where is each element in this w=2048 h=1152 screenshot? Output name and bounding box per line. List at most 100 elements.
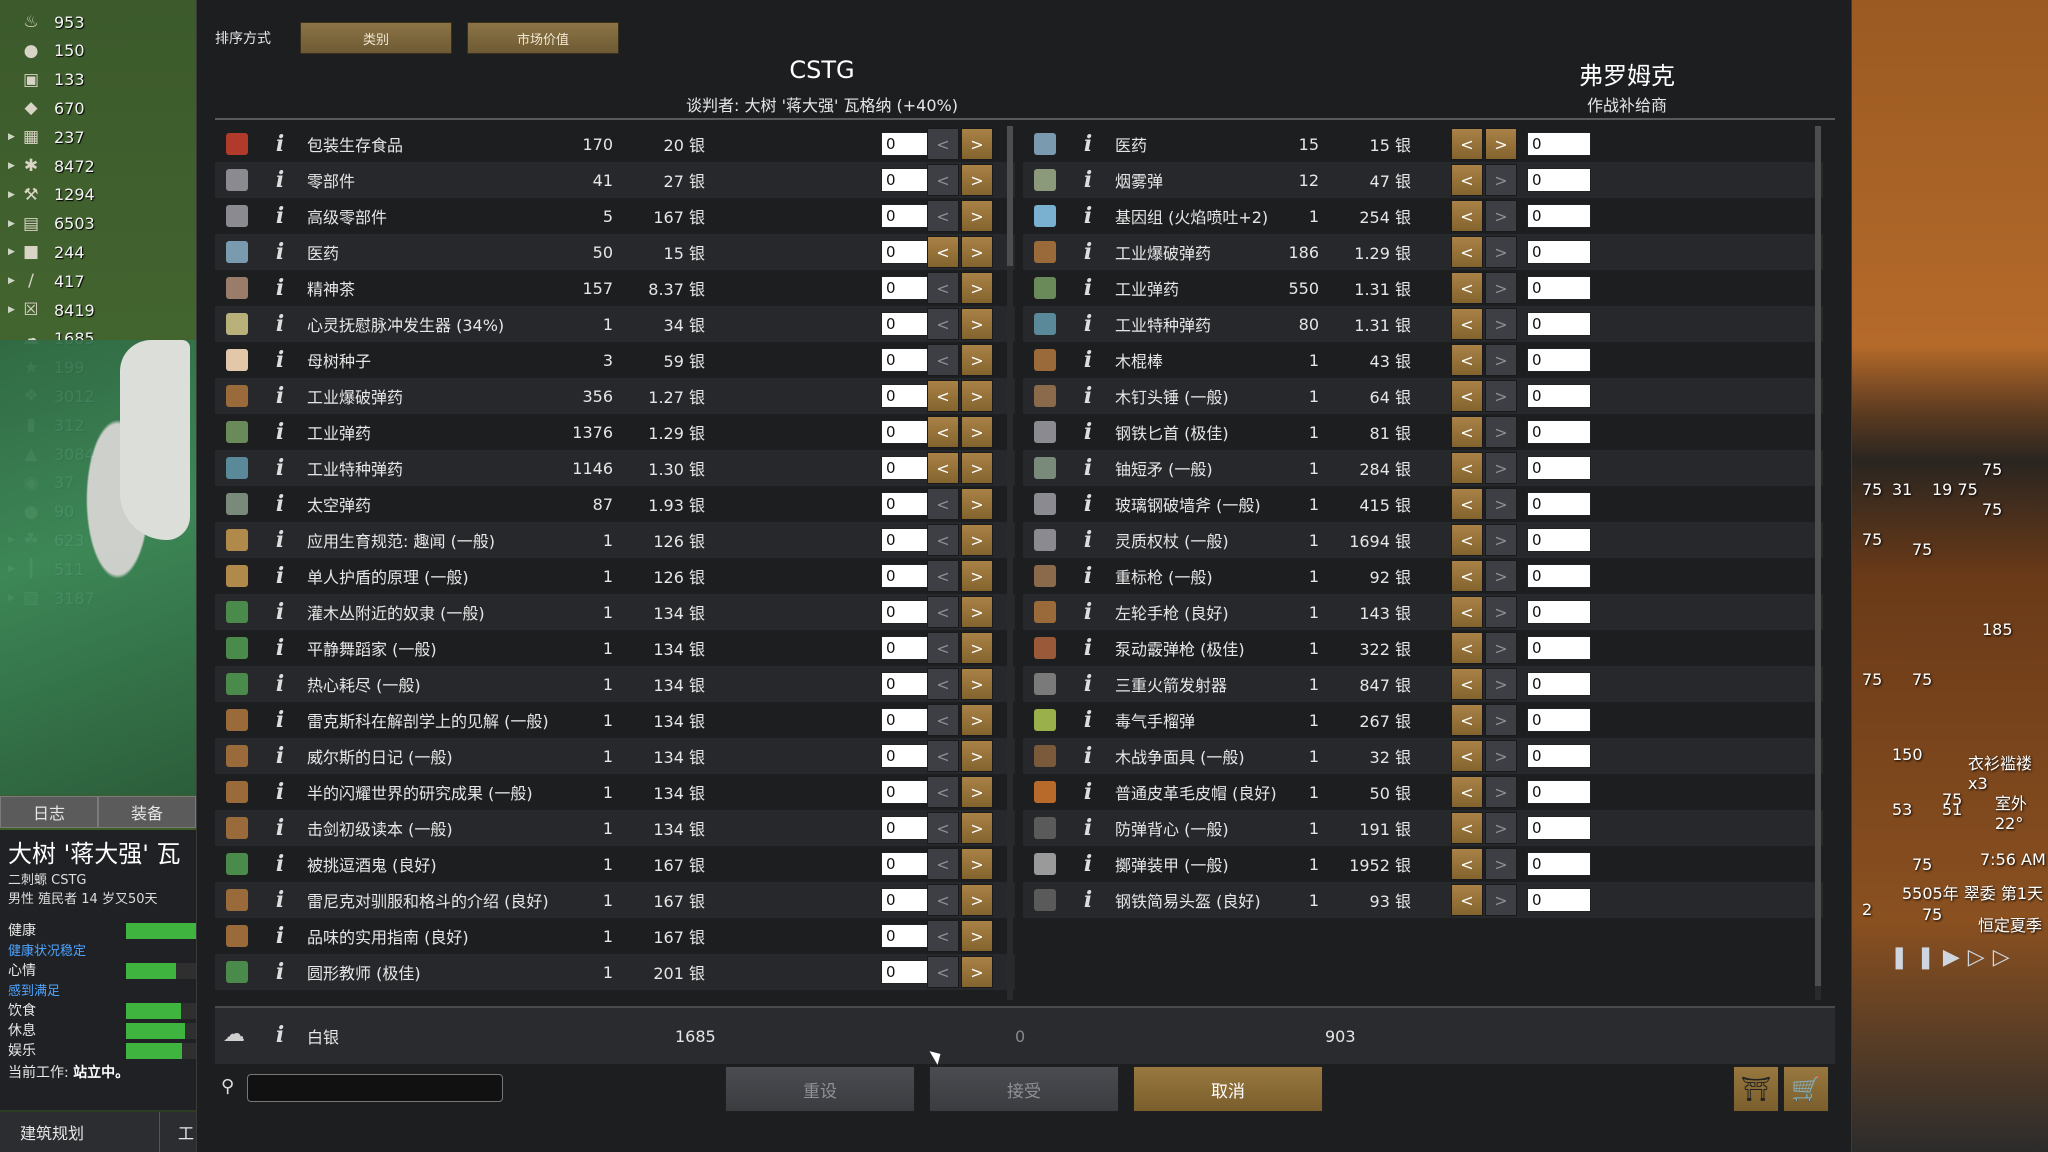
info-icon[interactable]: i — [269, 779, 291, 805]
decrease-arrow-button[interactable]: < — [927, 200, 959, 232]
info-icon[interactable]: i — [269, 707, 291, 733]
trade-amount-input[interactable]: 0 — [1527, 672, 1591, 696]
colony-item-list[interactable]: i 包装生存食品 170 20 银 0 < > i 零部件 41 27 银 0 < > i 高级零部件 5 167… — [215, 126, 1015, 1000]
resource-row[interactable]: ▶ ✱ 8472 — [8, 152, 158, 180]
expand-arrow-icon[interactable]: ▶ — [8, 276, 18, 286]
decrease-arrow-button[interactable]: < — [1451, 668, 1483, 700]
trade-amount-input[interactable]: 0 — [1527, 384, 1591, 408]
trader-scroll-thumb[interactable] — [1815, 126, 1821, 986]
decrease-arrow-button[interactable]: < — [927, 344, 959, 376]
trader-item-row[interactable]: i 左轮手枪 (良好) 1 143 银 0 < > — [1023, 594, 1823, 630]
decrease-arrow-button[interactable]: < — [1451, 704, 1483, 736]
increase-arrow-button[interactable]: > — [1485, 740, 1517, 772]
info-icon[interactable]: i — [1077, 131, 1099, 157]
increase-arrow-button[interactable]: > — [1485, 560, 1517, 592]
decrease-arrow-button[interactable]: < — [927, 164, 959, 196]
trader-item-row[interactable]: i 防弹背心 (一般) 1 191 银 0 < > — [1023, 810, 1823, 846]
decrease-arrow-button[interactable]: < — [1451, 164, 1483, 196]
expand-arrow-icon[interactable]: ▶ — [8, 132, 18, 142]
search-input[interactable] — [247, 1074, 503, 1102]
info-icon[interactable]: i — [1077, 239, 1099, 265]
info-icon[interactable]: i — [1077, 275, 1099, 301]
info-icon[interactable]: i — [269, 203, 291, 229]
decrease-arrow-button[interactable]: < — [927, 380, 959, 412]
sort-category-button[interactable]: 类别 — [300, 22, 452, 54]
expand-arrow-icon[interactable]: ▶ — [8, 219, 18, 229]
info-icon[interactable]: i — [269, 743, 291, 769]
info-icon[interactable]: i — [1077, 599, 1099, 625]
decrease-arrow-button[interactable]: < — [927, 128, 959, 160]
decrease-arrow-button[interactable]: < — [927, 920, 959, 952]
trade-amount-input[interactable]: 0 — [1527, 600, 1591, 624]
expand-arrow-icon[interactable]: ▶ — [8, 161, 18, 171]
increase-arrow-button[interactable]: > — [1485, 488, 1517, 520]
decrease-arrow-button[interactable]: < — [927, 848, 959, 880]
info-icon[interactable]: i — [269, 887, 291, 913]
sort-market-value-button[interactable]: 市场价值 — [467, 22, 619, 54]
decrease-arrow-button[interactable]: < — [927, 704, 959, 736]
colony-item-row[interactable]: i 半的闪耀世界的研究成果 (一般) 1 134 银 0 < > — [215, 774, 1015, 810]
info-icon[interactable]: i — [269, 239, 291, 265]
info-icon[interactable]: i — [1077, 455, 1099, 481]
resource-row[interactable]: ▶ ∕ 417 — [8, 267, 158, 295]
trade-amount-input[interactable]: 0 — [1527, 492, 1591, 516]
decrease-arrow-button[interactable]: < — [1451, 272, 1483, 304]
resource-row[interactable]: ▣ 133 — [8, 66, 158, 94]
colony-item-row[interactable]: i 母树种子 3 59 银 0 < > — [215, 342, 1015, 378]
reset-button[interactable]: 重设 — [725, 1066, 915, 1112]
info-icon[interactable]: i — [1077, 347, 1099, 373]
decrease-arrow-button[interactable]: < — [1451, 344, 1483, 376]
increase-arrow-button[interactable]: > — [961, 452, 993, 484]
increase-arrow-button[interactable]: > — [961, 848, 993, 880]
trader-item-row[interactable]: i 木棍棒 1 43 银 0 < > — [1023, 342, 1823, 378]
info-icon[interactable]: i — [1077, 203, 1099, 229]
decrease-arrow-button[interactable]: < — [927, 272, 959, 304]
colony-item-row[interactable]: i 灌木丛附近的奴隶 (一般) 1 134 银 0 < > — [215, 594, 1015, 630]
pause-icon[interactable]: ❚❚ — [1890, 945, 1943, 970]
increase-arrow-button[interactable]: > — [961, 488, 993, 520]
info-icon[interactable]: i — [269, 851, 291, 877]
info-icon[interactable]: i — [1077, 383, 1099, 409]
colony-item-row[interactable]: i 零部件 41 27 银 0 < > — [215, 162, 1015, 198]
tab-gear[interactable]: 装备 — [98, 796, 196, 828]
accept-button[interactable]: 接受 — [929, 1066, 1119, 1112]
decrease-arrow-button[interactable]: < — [1451, 452, 1483, 484]
info-icon[interactable]: i — [269, 167, 291, 193]
increase-arrow-button[interactable]: > — [961, 596, 993, 628]
trade-amount-input[interactable]: 0 — [1527, 888, 1591, 912]
trade-amount-input[interactable]: 0 — [1527, 276, 1591, 300]
trade-amount-input[interactable]: 0 — [1527, 168, 1591, 192]
info-icon[interactable]: i — [269, 671, 291, 697]
decrease-arrow-button[interactable]: < — [1451, 200, 1483, 232]
fast-forward-icon[interactable]: ▷▷ — [1968, 945, 2018, 970]
increase-arrow-button[interactable]: > — [1485, 704, 1517, 736]
info-icon[interactable]: i — [1077, 419, 1099, 445]
trade-amount-input[interactable]: 0 — [1527, 528, 1591, 552]
trader-item-row[interactable]: i 钢铁简易头盔 (良好) 1 93 银 0 < > — [1023, 882, 1823, 918]
increase-arrow-button[interactable]: > — [961, 164, 993, 196]
resource-row[interactable]: ▶ ■ 244 — [8, 238, 158, 266]
trade-amount-input[interactable]: 0 — [1527, 780, 1591, 804]
trader-item-row[interactable]: i 灵质权杖 (一般) 1 1694 银 0 < > — [1023, 522, 1823, 558]
colony-item-row[interactable]: i 医药 50 15 银 0 < > — [215, 234, 1015, 270]
info-icon[interactable]: i — [1077, 635, 1099, 661]
info-icon[interactable]: i — [1077, 851, 1099, 877]
decrease-arrow-button[interactable]: < — [1451, 128, 1483, 160]
increase-arrow-button[interactable]: > — [961, 380, 993, 412]
trader-item-row[interactable]: i 三重火箭发射器 1 847 银 0 < > — [1023, 666, 1823, 702]
info-icon[interactable]: i — [269, 311, 291, 337]
trade-amount-input[interactable]: 0 — [1527, 564, 1591, 588]
info-icon[interactable]: i — [269, 815, 291, 841]
decrease-arrow-button[interactable]: < — [1451, 884, 1483, 916]
decrease-arrow-button[interactable]: < — [1451, 488, 1483, 520]
trader-scrollbar[interactable] — [1815, 126, 1821, 1000]
increase-arrow-button[interactable]: > — [1485, 848, 1517, 880]
decrease-arrow-button[interactable]: < — [1451, 416, 1483, 448]
trader-item-row[interactable]: i 医药 15 15 银 0 < > — [1023, 126, 1823, 162]
increase-arrow-button[interactable]: > — [961, 560, 993, 592]
colony-item-row[interactable]: i 工业弹药 1376 1.29 银 0 < > — [215, 414, 1015, 450]
decrease-arrow-button[interactable]: < — [1451, 632, 1483, 664]
trader-item-row[interactable]: i 泵动霰弹枪 (极佳) 1 322 银 0 < > — [1023, 630, 1823, 666]
info-icon[interactable]: i — [269, 959, 291, 985]
resource-row[interactable]: ▶ ▤ 6503 — [8, 210, 158, 238]
